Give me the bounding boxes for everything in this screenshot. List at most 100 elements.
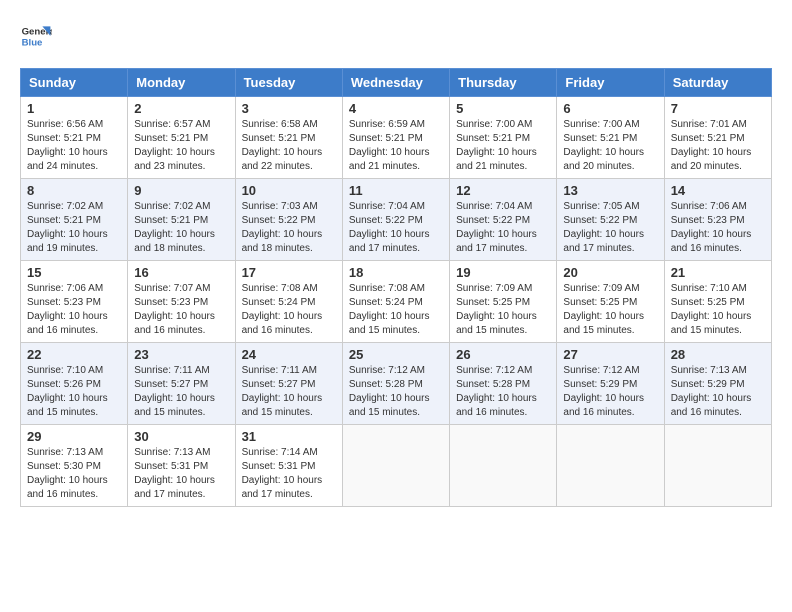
calendar-week-4: 22 Sunrise: 7:10 AM Sunset: 5:26 PM Dayl… [21, 343, 772, 425]
sunset-label: Sunset: 5:21 PM [27, 215, 101, 226]
sunrise-label: Sunrise: 7:00 AM [563, 119, 639, 130]
daylight-label: Daylight: 10 hours and 17 minutes. [563, 229, 644, 254]
day-number: 28 [671, 347, 765, 362]
cell-content: Sunrise: 7:02 AM Sunset: 5:21 PM Dayligh… [134, 200, 228, 256]
sunset-label: Sunset: 5:21 PM [27, 133, 101, 144]
sunset-label: Sunset: 5:23 PM [27, 297, 101, 308]
sunrise-label: Sunrise: 7:12 AM [349, 365, 425, 376]
sunrise-label: Sunrise: 6:56 AM [27, 119, 103, 130]
sunrise-label: Sunrise: 7:10 AM [27, 365, 103, 376]
sunset-label: Sunset: 5:24 PM [242, 297, 316, 308]
sunrise-label: Sunrise: 7:13 AM [671, 365, 747, 376]
calendar-cell: 3 Sunrise: 6:58 AM Sunset: 5:21 PM Dayli… [235, 97, 342, 179]
sunrise-label: Sunrise: 7:08 AM [242, 283, 318, 294]
daylight-label: Daylight: 10 hours and 15 minutes. [563, 311, 644, 336]
cell-content: Sunrise: 7:08 AM Sunset: 5:24 PM Dayligh… [242, 282, 336, 338]
calendar-cell: 26 Sunrise: 7:12 AM Sunset: 5:28 PM Dayl… [450, 343, 557, 425]
daylight-label: Daylight: 10 hours and 16 minutes. [242, 311, 323, 336]
day-number: 9 [134, 183, 228, 198]
calendar-cell: 12 Sunrise: 7:04 AM Sunset: 5:22 PM Dayl… [450, 179, 557, 261]
sunset-label: Sunset: 5:28 PM [456, 379, 530, 390]
day-number: 1 [27, 101, 121, 116]
calendar-cell: 14 Sunrise: 7:06 AM Sunset: 5:23 PM Dayl… [664, 179, 771, 261]
sunset-label: Sunset: 5:28 PM [349, 379, 423, 390]
sunset-label: Sunset: 5:21 PM [349, 133, 423, 144]
cell-content: Sunrise: 7:12 AM Sunset: 5:28 PM Dayligh… [349, 364, 443, 420]
calendar-cell: 2 Sunrise: 6:57 AM Sunset: 5:21 PM Dayli… [128, 97, 235, 179]
cell-content: Sunrise: 7:10 AM Sunset: 5:25 PM Dayligh… [671, 282, 765, 338]
calendar-week-1: 1 Sunrise: 6:56 AM Sunset: 5:21 PM Dayli… [21, 97, 772, 179]
sunset-label: Sunset: 5:21 PM [134, 133, 208, 144]
daylight-label: Daylight: 10 hours and 18 minutes. [242, 229, 323, 254]
calendar-cell: 8 Sunrise: 7:02 AM Sunset: 5:21 PM Dayli… [21, 179, 128, 261]
sunrise-label: Sunrise: 6:58 AM [242, 119, 318, 130]
cell-content: Sunrise: 7:12 AM Sunset: 5:29 PM Dayligh… [563, 364, 657, 420]
cell-content: Sunrise: 7:14 AM Sunset: 5:31 PM Dayligh… [242, 446, 336, 502]
calendar-cell: 23 Sunrise: 7:11 AM Sunset: 5:27 PM Dayl… [128, 343, 235, 425]
sunrise-label: Sunrise: 6:57 AM [134, 119, 210, 130]
day-of-week-friday: Friday [557, 69, 664, 97]
calendar-cell: 30 Sunrise: 7:13 AM Sunset: 5:31 PM Dayl… [128, 425, 235, 507]
cell-content: Sunrise: 7:02 AM Sunset: 5:21 PM Dayligh… [27, 200, 121, 256]
daylight-label: Daylight: 10 hours and 19 minutes. [27, 229, 108, 254]
calendar-cell: 13 Sunrise: 7:05 AM Sunset: 5:22 PM Dayl… [557, 179, 664, 261]
daylight-label: Daylight: 10 hours and 16 minutes. [456, 393, 537, 418]
day-number: 20 [563, 265, 657, 280]
sunrise-label: Sunrise: 7:07 AM [134, 283, 210, 294]
calendar-cell: 29 Sunrise: 7:13 AM Sunset: 5:30 PM Dayl… [21, 425, 128, 507]
sunset-label: Sunset: 5:25 PM [671, 297, 745, 308]
calendar-week-5: 29 Sunrise: 7:13 AM Sunset: 5:30 PM Dayl… [21, 425, 772, 507]
sunrise-label: Sunrise: 7:12 AM [456, 365, 532, 376]
cell-content: Sunrise: 7:13 AM Sunset: 5:29 PM Dayligh… [671, 364, 765, 420]
sunset-label: Sunset: 5:22 PM [349, 215, 423, 226]
cell-content: Sunrise: 6:57 AM Sunset: 5:21 PM Dayligh… [134, 118, 228, 174]
cell-content: Sunrise: 7:07 AM Sunset: 5:23 PM Dayligh… [134, 282, 228, 338]
sunset-label: Sunset: 5:31 PM [134, 461, 208, 472]
cell-content: Sunrise: 7:13 AM Sunset: 5:30 PM Dayligh… [27, 446, 121, 502]
day-number: 24 [242, 347, 336, 362]
sunset-label: Sunset: 5:22 PM [456, 215, 530, 226]
day-number: 3 [242, 101, 336, 116]
cell-content: Sunrise: 6:56 AM Sunset: 5:21 PM Dayligh… [27, 118, 121, 174]
calendar-cell: 20 Sunrise: 7:09 AM Sunset: 5:25 PM Dayl… [557, 261, 664, 343]
calendar-cell [664, 425, 771, 507]
daylight-label: Daylight: 10 hours and 15 minutes. [27, 393, 108, 418]
daylight-label: Daylight: 10 hours and 24 minutes. [27, 147, 108, 172]
sunset-label: Sunset: 5:22 PM [563, 215, 637, 226]
sunset-label: Sunset: 5:31 PM [242, 461, 316, 472]
sunrise-label: Sunrise: 7:11 AM [242, 365, 317, 376]
calendar-cell: 5 Sunrise: 7:00 AM Sunset: 5:21 PM Dayli… [450, 97, 557, 179]
daylight-label: Daylight: 10 hours and 20 minutes. [671, 147, 752, 172]
sunset-label: Sunset: 5:23 PM [671, 215, 745, 226]
day-number: 2 [134, 101, 228, 116]
cell-content: Sunrise: 7:05 AM Sunset: 5:22 PM Dayligh… [563, 200, 657, 256]
calendar-cell: 21 Sunrise: 7:10 AM Sunset: 5:25 PM Dayl… [664, 261, 771, 343]
calendar-cell: 7 Sunrise: 7:01 AM Sunset: 5:21 PM Dayli… [664, 97, 771, 179]
cell-content: Sunrise: 7:06 AM Sunset: 5:23 PM Dayligh… [27, 282, 121, 338]
daylight-label: Daylight: 10 hours and 17 minutes. [456, 229, 537, 254]
sunrise-label: Sunrise: 7:04 AM [349, 201, 425, 212]
sunrise-label: Sunrise: 7:00 AM [456, 119, 532, 130]
cell-content: Sunrise: 7:09 AM Sunset: 5:25 PM Dayligh… [563, 282, 657, 338]
sunrise-label: Sunrise: 7:04 AM [456, 201, 532, 212]
logo: General Blue [20, 20, 52, 52]
sunrise-label: Sunrise: 7:12 AM [563, 365, 639, 376]
sunrise-label: Sunrise: 7:05 AM [563, 201, 639, 212]
day-number: 19 [456, 265, 550, 280]
sunrise-label: Sunrise: 7:11 AM [134, 365, 209, 376]
sunrise-label: Sunrise: 7:09 AM [563, 283, 639, 294]
day-number: 12 [456, 183, 550, 198]
daylight-label: Daylight: 10 hours and 15 minutes. [134, 393, 215, 418]
cell-content: Sunrise: 7:00 AM Sunset: 5:21 PM Dayligh… [456, 118, 550, 174]
sunrise-label: Sunrise: 7:13 AM [27, 447, 103, 458]
daylight-label: Daylight: 10 hours and 21 minutes. [456, 147, 537, 172]
sunrise-label: Sunrise: 7:02 AM [134, 201, 210, 212]
cell-content: Sunrise: 7:08 AM Sunset: 5:24 PM Dayligh… [349, 282, 443, 338]
daylight-label: Daylight: 10 hours and 16 minutes. [671, 393, 752, 418]
day-of-week-thursday: Thursday [450, 69, 557, 97]
sunset-label: Sunset: 5:26 PM [27, 379, 101, 390]
day-number: 8 [27, 183, 121, 198]
cell-content: Sunrise: 7:10 AM Sunset: 5:26 PM Dayligh… [27, 364, 121, 420]
cell-content: Sunrise: 7:13 AM Sunset: 5:31 PM Dayligh… [134, 446, 228, 502]
calendar-cell: 31 Sunrise: 7:14 AM Sunset: 5:31 PM Dayl… [235, 425, 342, 507]
